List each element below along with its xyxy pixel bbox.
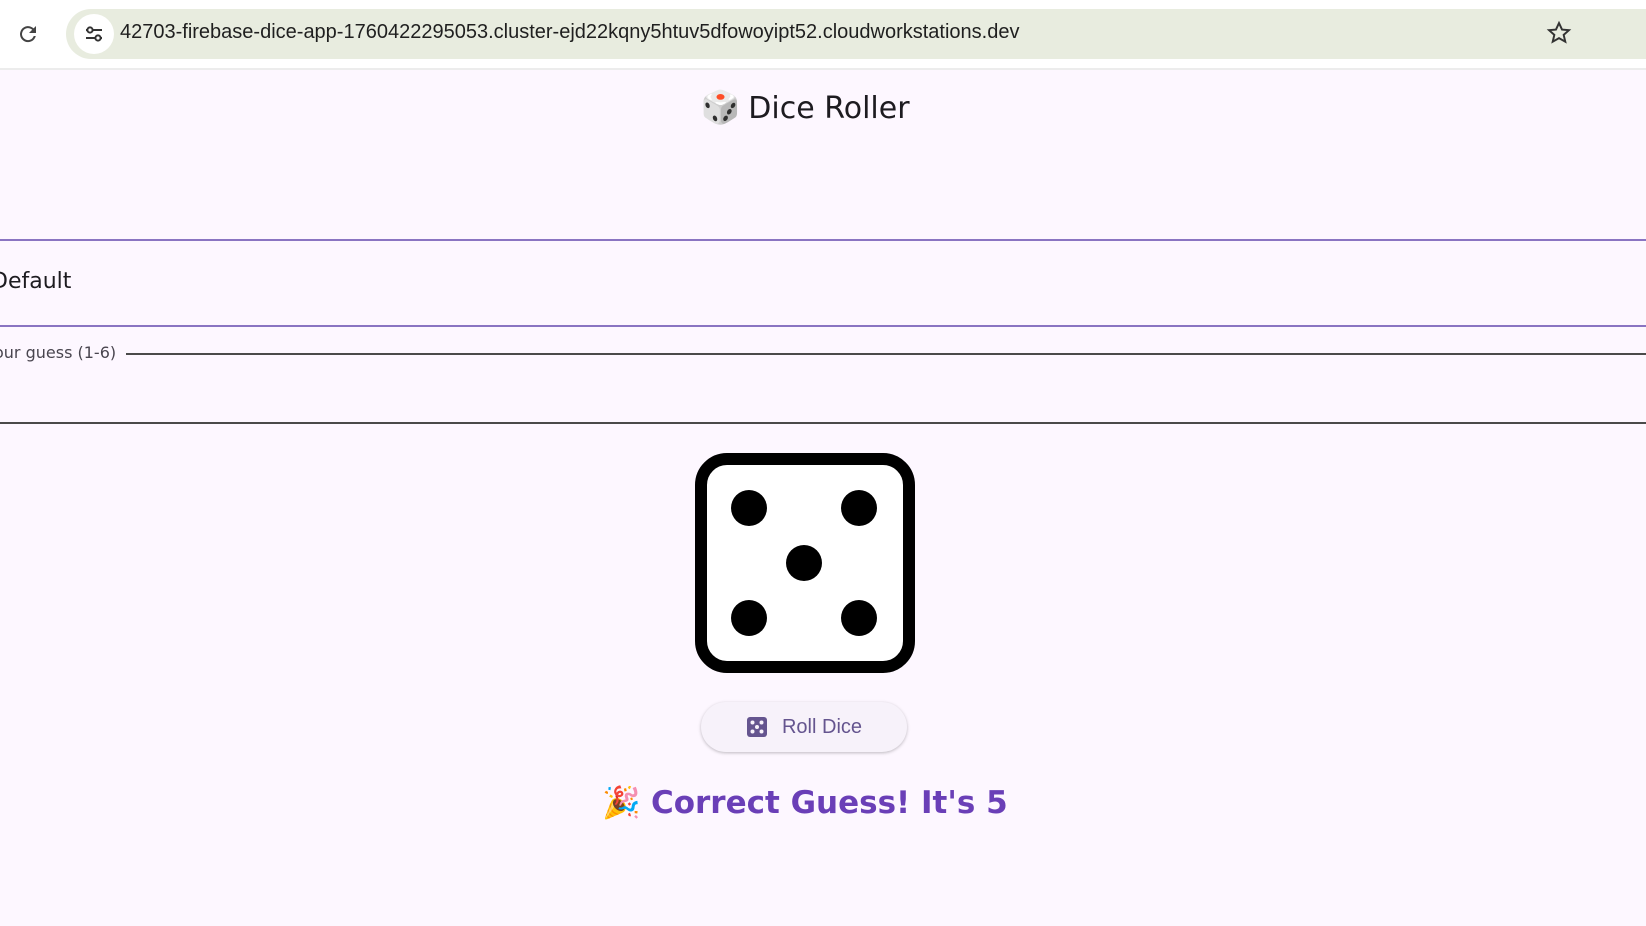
page-title: 🎲 Dice Roller	[0, 88, 1610, 126]
guess-input-border-bottom	[0, 422, 1646, 424]
url-text[interactable]: 42703-firebase-dice-app-1760422295053.cl…	[120, 21, 1019, 44]
result-text: Correct Guess! It's 5	[650, 785, 1008, 821]
result-message: 🎉 Correct Guess! It's 5	[0, 784, 1610, 821]
game-die-icon: 🎲	[700, 88, 741, 126]
page-title-text: Dice Roller	[748, 91, 910, 126]
guess-input-label: our guess (1-6)	[0, 343, 117, 362]
guess-input-border-top	[126, 353, 1646, 355]
address-bar[interactable]: 42703-firebase-dice-app-1760422295053.cl…	[66, 9, 1646, 59]
mode-dropdown[interactable]: Default	[0, 239, 1646, 327]
roll-dice-button-label: Roll Dice	[781, 715, 863, 738]
dice-icon	[746, 716, 768, 738]
roll-dice-button[interactable]: Roll Dice	[701, 702, 907, 752]
star-icon[interactable]	[1546, 20, 1574, 48]
dropdown-selected-value: Default	[0, 269, 72, 294]
party-popper-icon: 🎉	[602, 785, 641, 821]
die-face-5-icon	[695, 453, 915, 673]
guess-input[interactable]: our guess (1-6)	[0, 343, 1646, 424]
reload-icon[interactable]	[14, 20, 42, 48]
browser-toolbar: 42703-firebase-dice-app-1760422295053.cl…	[0, 0, 1646, 70]
tune-icon[interactable]	[74, 14, 114, 54]
